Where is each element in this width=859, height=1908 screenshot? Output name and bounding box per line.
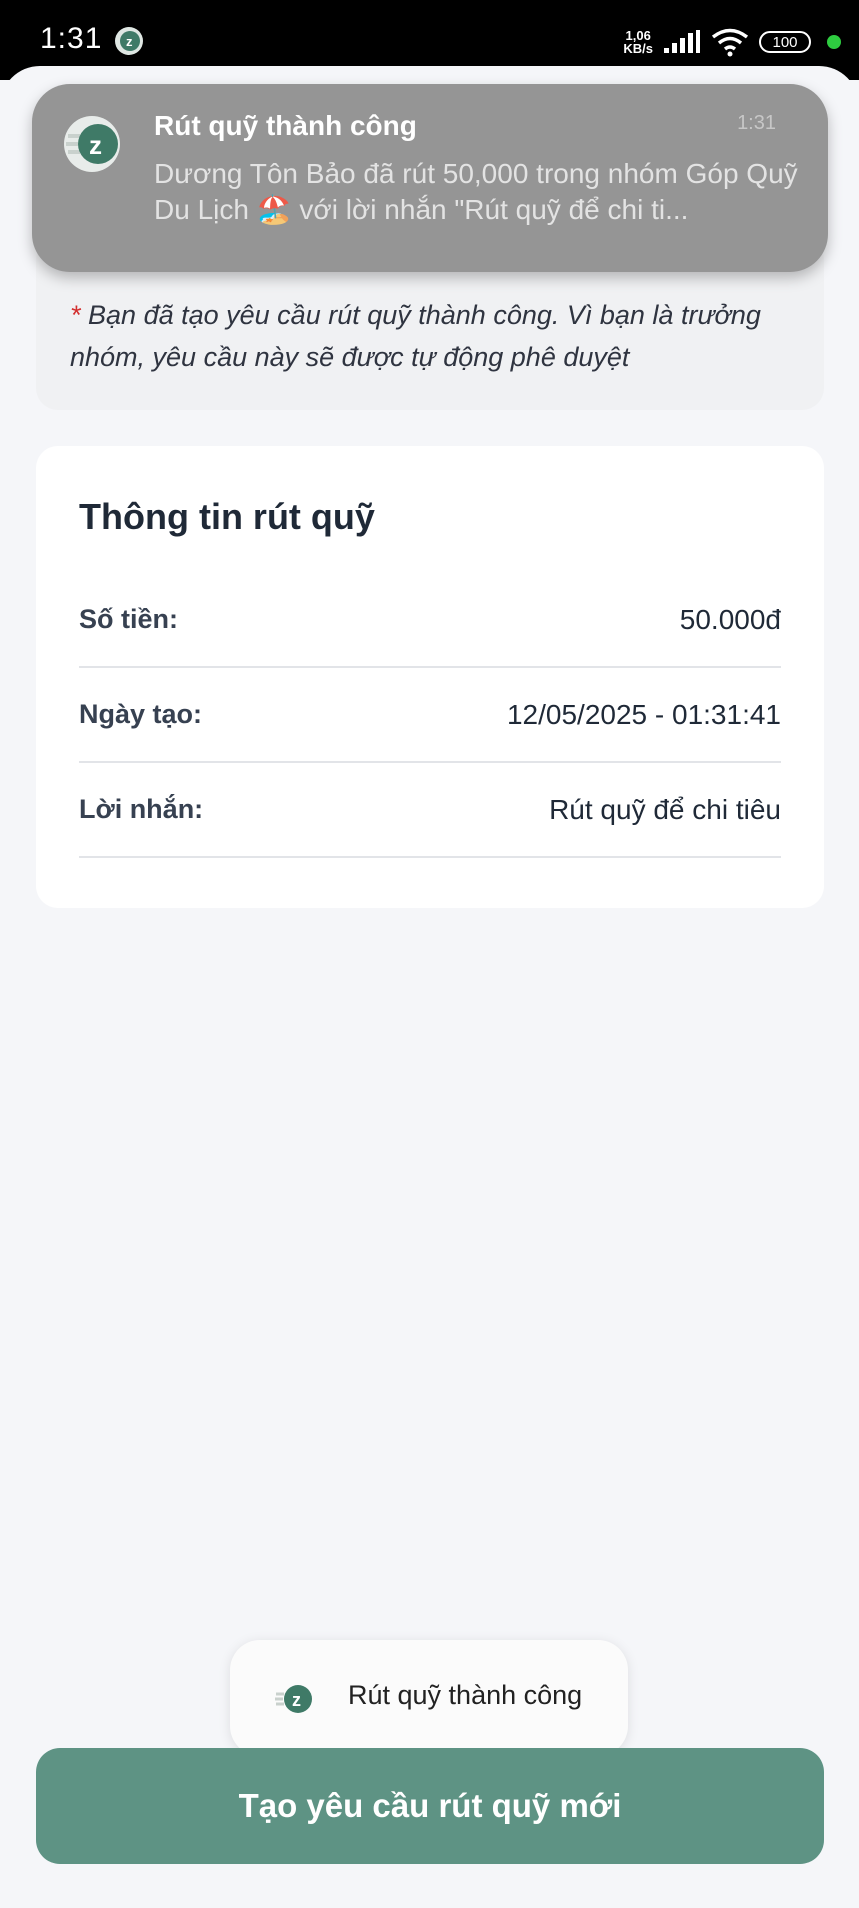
network-speed: 1,06 KB/s <box>623 28 653 56</box>
details-title: Thông tin rút quỹ <box>79 496 375 537</box>
create-new-withdrawal-button[interactable]: Tạo yêu cầu rút quỹ mới <box>36 1748 824 1864</box>
notification-title: Rút quỹ thành công <box>154 110 417 141</box>
svg-text:z: z <box>126 34 133 49</box>
status-time: 1:31 <box>40 22 103 55</box>
withdrawal-details-card: Thông tin rút quỹ Số tiền: 50.000đ Ngày … <box>36 446 824 908</box>
toast-message: z Rút quỹ thành công <box>230 1640 628 1756</box>
push-notification[interactable]: z Rút quỹ thành công 1:31 Dương Tôn Bảo … <box>32 84 828 272</box>
notification-body: Dương Tôn Bảo đã rút 50,000 trong nhóm G… <box>154 158 798 225</box>
detail-row-amount: Số tiền: 50.000đ <box>79 573 781 668</box>
svg-text:z: z <box>89 130 102 160</box>
app-logo-icon: z <box>115 27 143 55</box>
detail-label: Ngày tạo: <box>79 699 203 729</box>
detail-value: 50.000đ <box>679 603 781 635</box>
detail-row-created-date: Ngày tạo: 12/05/2025 - 01:31:41 <box>79 668 781 763</box>
detail-value: Rút quỹ để chi tiêu <box>549 793 781 825</box>
svg-text:z: z <box>292 1690 301 1710</box>
detail-label: Lời nhắn: <box>79 794 204 824</box>
approval-note: * Bạn đã tạo yêu cầu rút quỹ thành công.… <box>70 294 800 378</box>
detail-label: Số tiền: <box>79 604 178 634</box>
wifi-icon <box>711 28 749 57</box>
toast-text: Rút quỹ thành công <box>348 1680 583 1710</box>
approval-note-text: Bạn đã tạo yêu cầu rút quỹ thành công. V… <box>70 300 761 372</box>
asterisk: * <box>70 300 81 330</box>
status-right: 1,06 KB/s 100 <box>623 24 841 60</box>
battery-icon: 100 <box>759 31 811 53</box>
privacy-indicator-dot <box>827 35 841 49</box>
detail-value: 12/05/2025 - 01:31:41 <box>506 698 781 730</box>
notification-time: 1:31 <box>737 112 776 134</box>
signal-icon <box>664 30 700 53</box>
app-logo-icon: z <box>275 1685 312 1713</box>
app-logo-icon: z <box>64 116 120 172</box>
detail-row-message: Lời nhắn: Rút quỹ để chi tiêu <box>79 763 781 858</box>
